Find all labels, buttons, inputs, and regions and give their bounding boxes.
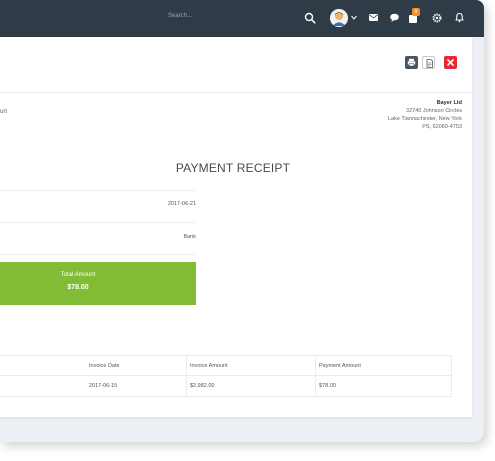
divider [0,222,196,223]
divider [0,254,196,255]
search-input[interactable]: Search... [168,13,192,19]
user-avatar[interactable] [330,9,348,27]
envelope-icon[interactable] [369,14,378,21]
column-divider [451,355,452,395]
invoice-amount-cell: $2,982.00 [190,383,215,389]
to-address-line: 32740 Johnson Circles [406,108,462,114]
to-address-line: Lake Tiannachester, New York [388,116,462,122]
app-window: Search... 9 urt Bayer Ltd 32740 Johnson … [0,0,484,442]
search-icon[interactable] [304,12,316,24]
chevron-down-icon[interactable] [351,15,357,20]
invoice-table: Invoice Date Invoice Amount Payment Amou… [0,355,452,399]
column-divider [315,355,316,395]
total-amount-value: $78.00 [67,284,89,291]
pdf-icon [426,59,433,68]
to-address-line: PS, 62060-4753 [422,124,462,130]
divider [0,190,196,191]
column-header: Payment Amount [319,363,361,369]
receipt-card: urt Bayer Ltd 32740 Johnson Circles Lake… [0,37,472,417]
column-divider [186,355,187,395]
invoice-date-cell: 2017-06-15 [89,383,118,389]
print-button[interactable] [405,56,418,69]
pdf-button[interactable] [422,56,435,69]
close-button[interactable] [444,56,457,69]
bell-icon[interactable] [455,12,464,23]
chat-icon[interactable] [390,13,399,22]
close-icon [447,59,454,66]
payment-method-value: Bank [183,234,196,240]
table-header-row: Invoice Date Invoice Amount Payment Amou… [0,355,452,376]
payment-amount-cell: $78.00 [319,383,336,389]
column-header: Invoice Date [89,363,120,369]
to-company-name: Bayer Ltd [436,100,462,106]
total-amount-label: Total Amount [60,272,96,278]
notification-badge: 9 [412,8,420,16]
avatar-icon [330,9,348,27]
top-navbar: Search... 9 [0,0,484,37]
screenshot-stage: Search... 9 urt Bayer Ltd 32740 Johnson … [0,0,495,461]
table-row: 2017-06-15 $2,982.00 $78.00 [0,375,452,397]
column-header: Invoice Amount [190,363,228,369]
payment-date-value: 2017-06-21 [167,201,196,207]
receipt-title: PAYMENT RECEIPT [175,161,291,175]
card-header [0,37,472,93]
gear-icon[interactable] [432,13,442,23]
printer-icon [407,58,416,67]
from-address-fragment: urt [0,109,8,115]
to-address: Bayer Ltd 32740 Johnson Circles Lake Tia… [300,99,462,131]
